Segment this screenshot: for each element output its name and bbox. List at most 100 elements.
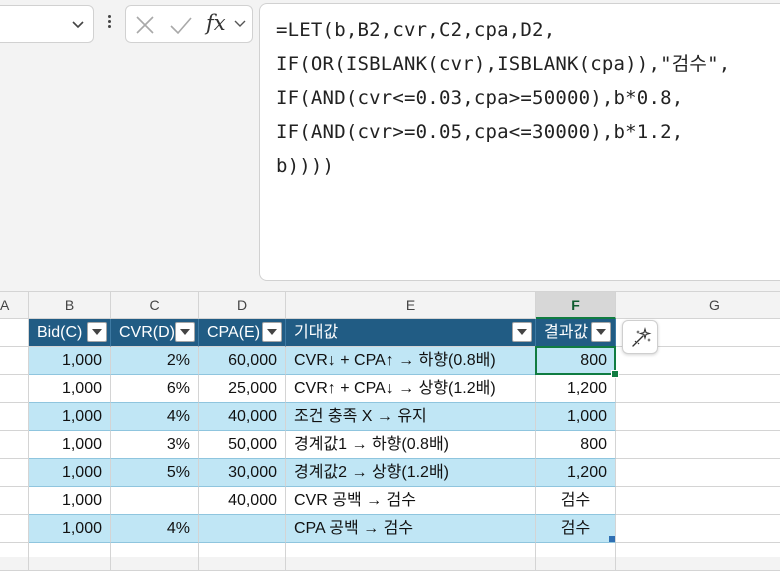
cell-expected[interactable]: 경계값2 → 상향(1.2배): [286, 459, 536, 487]
cell-result[interactable]: 1,000: [536, 403, 616, 431]
cell-bid[interactable]: 1,000: [29, 347, 111, 375]
quick-analysis-button[interactable]: [622, 320, 658, 354]
grid-cell[interactable]: [536, 543, 616, 571]
header-label: 기대값: [294, 324, 339, 341]
cell-cpa[interactable]: 25,000: [199, 375, 286, 403]
cell-expected[interactable]: CVR↓ + CPA↑ → 하향(0.8배): [286, 347, 536, 375]
column-header-b[interactable]: B: [29, 292, 111, 319]
cell-cvr[interactable]: 4%: [111, 515, 199, 543]
grid-cell[interactable]: [0, 487, 29, 515]
expand-chevron-icon[interactable]: [233, 18, 247, 30]
cell-result[interactable]: 검수: [536, 515, 616, 543]
grid-cell[interactable]: [0, 375, 29, 403]
grid-cell[interactable]: [199, 543, 286, 571]
table-row: 1,000 2% 60,000 CVR↓ + CPA↑ → 하향(0.8배) 8…: [0, 347, 780, 375]
table-header-row: Bid(C) CVR(D) CPA(E) 기대값 결과값: [0, 319, 780, 347]
column-header-g[interactable]: G: [616, 292, 780, 319]
grid-cell[interactable]: [0, 403, 29, 431]
grid-cell[interactable]: [616, 459, 780, 487]
cell-result[interactable]: 800: [536, 431, 616, 459]
table-header-cpa[interactable]: CPA(E): [199, 319, 286, 347]
cell-bid[interactable]: 1,000: [29, 487, 111, 515]
cell-cpa[interactable]: 40,000: [199, 403, 286, 431]
grid-cell[interactable]: [0, 515, 29, 543]
cell-cvr[interactable]: 6%: [111, 375, 199, 403]
grid-cell[interactable]: [0, 319, 29, 347]
table-header-cvr[interactable]: CVR(D): [111, 319, 199, 347]
cell-cpa[interactable]: 60,000: [199, 347, 286, 375]
cell-cvr[interactable]: 3%: [111, 431, 199, 459]
table-header-bid[interactable]: Bid(C): [29, 319, 111, 347]
table-header-result[interactable]: 결과값: [536, 319, 616, 347]
worksheet-grid: Bid(C) CVR(D) CPA(E) 기대값 결과값 1,000 2% 60…: [0, 319, 780, 571]
formula-bar-area: fx =LET(b,B2,cvr,C2,cpa,D2, IF(OR(ISBLAN…: [0, 0, 780, 290]
column-header-a[interactable]: A: [0, 292, 29, 319]
column-header-bar: A B C D E F G: [0, 291, 780, 319]
cell-cpa[interactable]: 40,000: [199, 487, 286, 515]
cell-bid[interactable]: 1,000: [29, 431, 111, 459]
filter-dropdown-icon[interactable]: [262, 322, 282, 342]
cell-result[interactable]: 검수: [536, 487, 616, 515]
cell-bid[interactable]: 1,000: [29, 459, 111, 487]
cell-result[interactable]: 1,200: [536, 375, 616, 403]
table-row: 1,000 4% 40,000 조건 충족 X → 유지 1,000: [0, 403, 780, 431]
table-row: 1,000 5% 30,000 경계값2 → 상향(1.2배) 1,200: [0, 459, 780, 487]
header-label: CVR(D): [119, 324, 175, 341]
more-options-icon[interactable]: [103, 13, 115, 35]
grid-cell[interactable]: [616, 543, 780, 571]
cell-expected[interactable]: CVR↑ + CPA↓ → 상향(1.2배): [286, 375, 536, 403]
name-box[interactable]: [0, 5, 94, 43]
cell-bid[interactable]: 1,000: [29, 375, 111, 403]
grid-cell[interactable]: [616, 431, 780, 459]
column-header-f[interactable]: F: [536, 292, 616, 319]
cell-cpa[interactable]: [199, 515, 286, 543]
table-row: 1,000 40,000 CVR 공백 → 검수 검수: [0, 487, 780, 515]
filter-dropdown-icon[interactable]: [591, 322, 611, 342]
filter-dropdown-icon[interactable]: [87, 322, 107, 342]
chevron-down-icon[interactable]: [69, 15, 87, 33]
grid-cell[interactable]: [616, 515, 780, 543]
formula-input[interactable]: =LET(b,B2,cvr,C2,cpa,D2, IF(OR(ISBLANK(c…: [259, 3, 780, 281]
filter-dropdown-icon[interactable]: [175, 322, 195, 342]
formula-controls: fx: [125, 5, 253, 43]
cell-expected[interactable]: CPA 공백 → 검수: [286, 515, 536, 543]
insert-function-icon[interactable]: fx: [206, 11, 226, 35]
table-row: 1,000 3% 50,000 경계값1 → 하향(0.8배) 800: [0, 431, 780, 459]
grid-cell[interactable]: [0, 459, 29, 487]
grid-cell[interactable]: [616, 375, 780, 403]
grid-cell[interactable]: [616, 487, 780, 515]
grid-cell[interactable]: [29, 543, 111, 571]
table-resize-handle[interactable]: [609, 536, 615, 542]
formula-line: IF(AND(cvr<=0.03,cpa>=50000),b*0.8,: [276, 87, 684, 109]
filter-dropdown-icon[interactable]: [512, 322, 532, 342]
cell-cpa[interactable]: 50,000: [199, 431, 286, 459]
cell-result[interactable]: 800: [536, 347, 616, 375]
fill-handle[interactable]: [611, 370, 619, 378]
grid-cell[interactable]: [0, 431, 29, 459]
grid-cell[interactable]: [616, 403, 780, 431]
cell-result[interactable]: 1,200: [536, 459, 616, 487]
cell-cvr[interactable]: 4%: [111, 403, 199, 431]
column-header-e[interactable]: E: [286, 292, 536, 319]
enter-check-icon[interactable]: [169, 14, 193, 36]
header-label: Bid(C): [37, 324, 83, 341]
grid-cell[interactable]: [0, 347, 29, 375]
cell-expected[interactable]: CVR 공백 → 검수: [286, 487, 536, 515]
sparkle-icon: [632, 327, 652, 347]
cell-expected[interactable]: 경계값1 → 하향(0.8배): [286, 431, 536, 459]
grid-cell[interactable]: [111, 543, 199, 571]
cell-expected[interactable]: 조건 충족 X → 유지: [286, 403, 536, 431]
table-header-expected[interactable]: 기대값: [286, 319, 536, 347]
formula-line: b)))): [276, 155, 335, 177]
cell-cvr[interactable]: [111, 487, 199, 515]
cell-bid[interactable]: 1,000: [29, 403, 111, 431]
cell-cvr[interactable]: 2%: [111, 347, 199, 375]
cell-cpa[interactable]: 30,000: [199, 459, 286, 487]
cell-bid[interactable]: 1,000: [29, 515, 111, 543]
column-header-c[interactable]: C: [111, 292, 199, 319]
cancel-icon[interactable]: [134, 14, 156, 36]
column-header-d[interactable]: D: [199, 292, 286, 319]
cell-cvr[interactable]: 5%: [111, 459, 199, 487]
grid-cell[interactable]: [286, 543, 536, 571]
grid-cell[interactable]: [0, 543, 29, 571]
